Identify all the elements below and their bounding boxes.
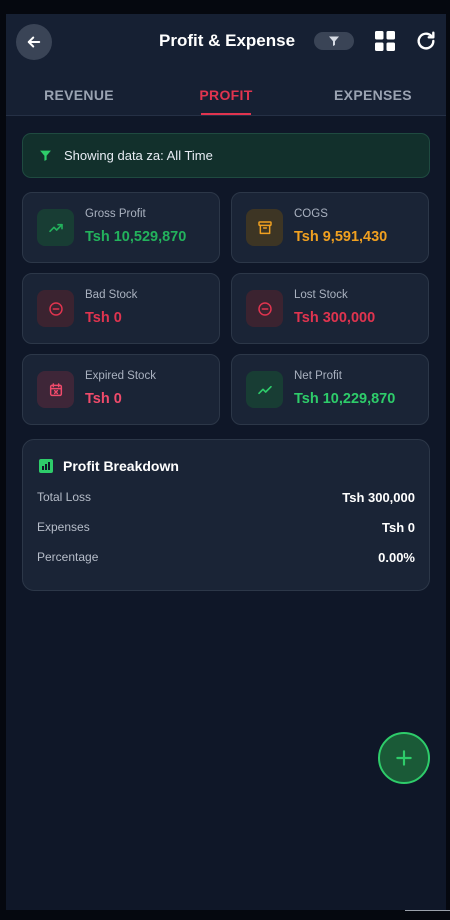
filter-button[interactable] [314,32,354,50]
breakdown-row: Expenses Tsh 0 [37,518,415,536]
lost-stock-card[interactable]: Lost Stock Tsh 300,000 [231,273,429,344]
tab-expenses[interactable]: EXPENSES [300,74,446,116]
tab-profit[interactable]: PROFIT [152,74,300,116]
breakdown-value: Tsh 0 [382,519,415,535]
net-profit-card[interactable]: Net Profit Tsh 10,229,870 [231,354,429,425]
app-frame: Profit & Expense REVENUE PROFIT EXPENSES… [6,14,446,910]
card-value: Tsh 10,229,870 [294,391,396,407]
breakdown-row: Total Loss Tsh 300,000 [37,488,415,506]
card-value: Tsh 10,529,870 [85,229,187,245]
filter-icon [40,150,51,161]
breakdown-row: Percentage 0.00% [37,548,415,566]
back-arrow-icon [27,36,41,48]
card-label: Gross Profit [85,208,146,220]
expired-stock-card[interactable]: Expired Stock Tsh 0 [22,354,220,425]
minus-circle-icon [257,301,272,316]
breakdown-label: Expenses [37,520,90,534]
trending-up-icon [257,385,272,394]
card-label: Expired Stock [85,370,156,382]
tab-revenue[interactable]: REVENUE [6,74,152,116]
grid-view-button[interactable] [374,30,396,52]
card-value: Tsh 0 [85,391,122,407]
add-button[interactable] [378,732,430,784]
refresh-icon [417,31,435,50]
active-tab-indicator [201,113,251,115]
notice-text: Showing data za: All Time [64,148,213,163]
card-value: Tsh 300,000 [294,310,376,326]
chart-icon [39,459,53,473]
card-label: Lost Stock [294,289,348,301]
filter-icon [329,36,339,46]
card-value: Tsh 0 [85,310,122,326]
app-header: Profit & Expense [6,14,446,74]
desktop-divider [405,910,450,911]
date-range-notice: Showing data za: All Time [22,133,430,178]
breakdown-value: Tsh 300,000 [342,489,415,505]
tab-bar: REVENUE PROFIT EXPENSES [6,74,446,116]
trending-up-icon [48,223,63,232]
gross-profit-card[interactable]: Gross Profit Tsh 10,529,870 [22,192,220,263]
breakdown-label: Percentage [37,550,99,564]
grid-icon [375,31,395,51]
page-title: Profit & Expense [159,31,296,50]
bad-stock-card[interactable]: Bad Stock Tsh 0 [22,273,220,344]
breakdown-title: Profit Breakdown [63,458,179,474]
calendar-x-icon [49,382,62,396]
refresh-button[interactable] [415,30,437,52]
back-button[interactable] [16,24,52,60]
cogs-card[interactable]: COGS Tsh 9,591,430 [231,192,429,263]
archive-icon [257,220,272,234]
card-value: Tsh 9,591,430 [294,229,388,245]
card-label: Net Profit [294,370,342,382]
card-label: Bad Stock [85,289,138,301]
plus-icon [396,750,412,766]
breakdown-value: 0.00% [378,549,415,565]
minus-circle-icon [48,301,63,316]
breakdown-label: Total Loss [37,490,92,504]
card-label: COGS [294,208,328,220]
profit-breakdown-panel: Profit Breakdown Total Loss Tsh 300,000 … [22,439,430,591]
desktop-top-edge [0,0,450,14]
